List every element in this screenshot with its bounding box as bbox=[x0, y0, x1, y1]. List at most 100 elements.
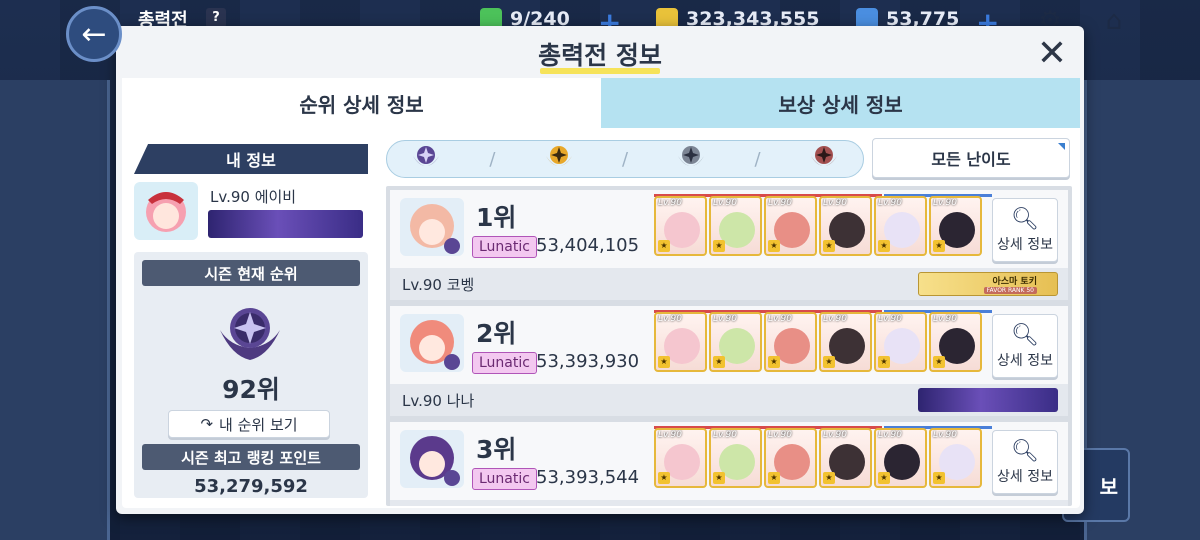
team-character: Lv.90 ★ bbox=[709, 312, 762, 372]
ranking-score: 53,404,105 bbox=[536, 235, 640, 256]
character-level: Lv.90 bbox=[713, 430, 737, 440]
difficulty-badge: Lunatic bbox=[472, 352, 537, 374]
star-icon: ★ bbox=[713, 472, 725, 484]
star-icon: ★ bbox=[933, 472, 945, 484]
avatar bbox=[400, 198, 464, 256]
team-character: Lv.90 ★ bbox=[709, 428, 762, 488]
ranking-position: 2위 bbox=[476, 319, 517, 348]
star-icon: ★ bbox=[878, 472, 890, 484]
back-button[interactable]: ← bbox=[66, 6, 122, 62]
ranking-entry: 1위 Lunatic 53,404,105 Lv.90 ★ Lv.90 ★ Lv… bbox=[390, 190, 1068, 302]
team-character: Lv.90 ★ bbox=[709, 196, 762, 256]
gray-emblem-icon[interactable] bbox=[676, 142, 706, 176]
search-icon: 🔍︎ bbox=[1011, 322, 1039, 348]
team-lineup: Lv.90 ★ Lv.90 ★ Lv.90 ★ Lv.90 ★ Lv.90 ★ … bbox=[654, 428, 982, 490]
star-icon: ★ bbox=[823, 472, 835, 484]
favor-banner: 아스마 토키 FAVOR RANK 50 bbox=[918, 272, 1058, 296]
gold-emblem-icon[interactable] bbox=[544, 142, 574, 176]
star-icon: ★ bbox=[658, 356, 670, 368]
purple-emblem-icon[interactable] bbox=[411, 142, 441, 176]
my-profile-banner bbox=[208, 210, 363, 238]
team-character: Lv.90 ★ bbox=[764, 196, 817, 256]
character-level: Lv.90 bbox=[878, 430, 902, 440]
team-character: Lv.90 ★ bbox=[819, 196, 872, 256]
profile-banner bbox=[918, 388, 1058, 412]
favor-rank-label: FAVOR RANK 50 bbox=[983, 287, 1037, 294]
red-emblem-icon[interactable] bbox=[809, 142, 839, 176]
star-icon: ★ bbox=[658, 472, 670, 484]
ranking-entry-main: 3위 Lunatic 53,393,544 Lv.90 ★ Lv.90 ★ Lv… bbox=[390, 422, 1068, 500]
team-character: Lv.90 ★ bbox=[654, 196, 707, 256]
dropdown-corner-icon bbox=[1058, 143, 1065, 150]
character-level: Lv.90 bbox=[878, 314, 902, 324]
view-my-rank-label: 내 순위 보기 bbox=[219, 415, 298, 434]
character-level: Lv.90 bbox=[768, 198, 792, 208]
share-arrow-icon: ↷ bbox=[200, 415, 214, 433]
character-level: Lv.90 bbox=[713, 198, 737, 208]
star-icon: ★ bbox=[933, 240, 945, 252]
character-level: Lv.90 bbox=[658, 430, 682, 440]
ranking-entry-footer bbox=[390, 500, 1068, 506]
detail-info-button[interactable]: 🔍︎ 상세 정보 bbox=[992, 430, 1058, 494]
ranking-position: 1위 bbox=[476, 203, 517, 232]
detail-info-label: 상세 정보 bbox=[997, 236, 1053, 253]
team-character: Lv.90 ★ bbox=[819, 428, 872, 488]
team-character: Lv.90 ★ bbox=[764, 312, 817, 372]
character-level: Lv.90 bbox=[878, 198, 902, 208]
difficulty-badge: Lunatic bbox=[472, 468, 537, 490]
detail-info-label: 상세 정보 bbox=[997, 468, 1053, 485]
character-level: Lv.90 bbox=[933, 430, 957, 440]
team-character: Lv.90 ★ bbox=[654, 428, 707, 488]
detail-info-label: 상세 정보 bbox=[997, 352, 1053, 369]
star-icon: ★ bbox=[768, 356, 780, 368]
title-underline bbox=[540, 68, 660, 74]
tab-content: 내 정보 Lv.90 에이비 시즌 현재 순위 92위 ↷ 내 순위 보기 시즌… bbox=[122, 128, 1080, 508]
best-points-header: 시즌 최고 랭킹 포인트 bbox=[142, 444, 360, 470]
close-icon[interactable]: ✕ bbox=[1032, 34, 1072, 74]
character-level: Lv.90 bbox=[933, 314, 957, 324]
detail-info-button[interactable]: 🔍︎ 상세 정보 bbox=[992, 198, 1058, 262]
team-character: Lv.90 ★ bbox=[929, 428, 982, 488]
team-character: Lv.90 ★ bbox=[654, 312, 707, 372]
character-level: Lv.90 bbox=[823, 314, 847, 324]
ranking-entry-footer: Lv.90 코벵 아스마 토키 FAVOR RANK 50 bbox=[390, 268, 1068, 300]
character-level: Lv.90 bbox=[823, 198, 847, 208]
emblem-separator: / bbox=[489, 148, 496, 170]
character-level: Lv.90 bbox=[933, 198, 957, 208]
raid-info-dialog: 총력전 정보 ✕ 순위 상세 정보 보상 상세 정보 내 정보 Lv.90 에이… bbox=[116, 26, 1084, 514]
character-level: Lv.90 bbox=[768, 430, 792, 440]
background-panel-left bbox=[0, 80, 110, 540]
tab-reward-details[interactable]: 보상 상세 정보 bbox=[601, 78, 1080, 128]
star-icon: ★ bbox=[658, 240, 670, 252]
ranking-entry: 3위 Lunatic 53,393,544 Lv.90 ★ Lv.90 ★ Lv… bbox=[390, 422, 1068, 506]
dialog-title: 총력전 정보 bbox=[538, 41, 662, 70]
view-my-rank-button[interactable]: ↷ 내 순위 보기 bbox=[168, 410, 330, 438]
help-button[interactable]: ? bbox=[206, 8, 226, 28]
team-character: Lv.90 ★ bbox=[819, 312, 872, 372]
search-icon: 🔍︎ bbox=[1011, 206, 1039, 232]
my-info-header: 내 정보 bbox=[134, 144, 368, 174]
difficulty-badge: Lunatic bbox=[472, 236, 537, 258]
detail-info-button[interactable]: 🔍︎ 상세 정보 bbox=[992, 314, 1058, 378]
my-profile-row: Lv.90 에이비 bbox=[134, 182, 368, 248]
emblem-separator: / bbox=[754, 148, 761, 170]
star-icon: ★ bbox=[878, 356, 890, 368]
difficulty-selected: 모든 난이도 bbox=[931, 150, 1011, 169]
home-icon[interactable]: ⌂ bbox=[1096, 6, 1132, 36]
team-character: Lv.90 ★ bbox=[874, 312, 927, 372]
star-icon: ★ bbox=[768, 240, 780, 252]
star-icon: ★ bbox=[713, 240, 725, 252]
ranking-entry-main: 2위 Lunatic 53,393,930 Lv.90 ★ Lv.90 ★ Lv… bbox=[390, 306, 1068, 384]
team-character: Lv.90 ★ bbox=[929, 312, 982, 372]
ranking-entry: 2위 Lunatic 53,393,930 Lv.90 ★ Lv.90 ★ Lv… bbox=[390, 306, 1068, 418]
team-character: Lv.90 ★ bbox=[874, 196, 927, 256]
character-level: Lv.90 bbox=[658, 314, 682, 324]
my-name: Lv.90 에이비 bbox=[210, 188, 297, 206]
season-rank-header: 시즌 현재 순위 bbox=[142, 260, 360, 286]
team-character: Lv.90 ★ bbox=[764, 428, 817, 488]
tab-ranking-details[interactable]: 순위 상세 정보 bbox=[122, 78, 601, 128]
avatar bbox=[400, 314, 464, 372]
favor-student-name: 아스마 토키 bbox=[992, 277, 1037, 287]
character-level: Lv.90 bbox=[768, 314, 792, 324]
difficulty-dropdown[interactable]: 모든 난이도 bbox=[872, 138, 1070, 178]
